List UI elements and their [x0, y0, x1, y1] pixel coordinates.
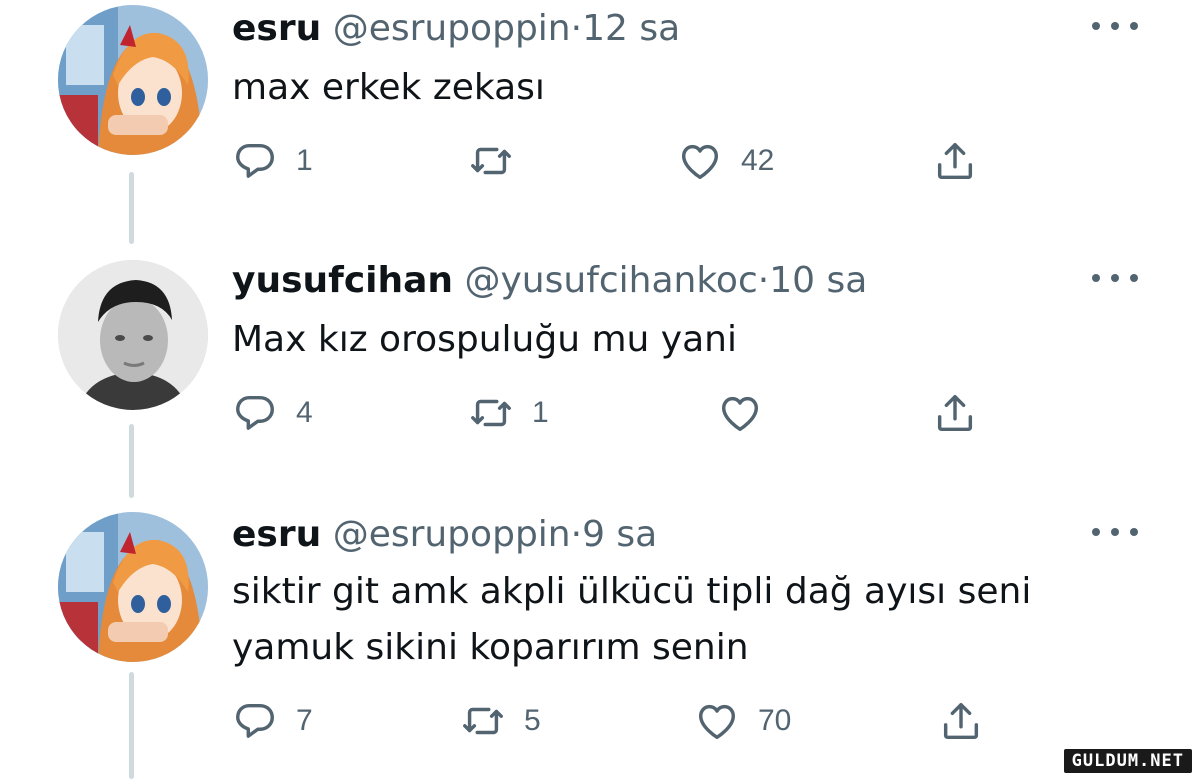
reply-count: 4: [296, 396, 313, 429]
share-icon: [937, 394, 973, 432]
more-icon[interactable]: [1092, 524, 1138, 540]
site-watermark: GULDUM.NET: [1063, 749, 1192, 773]
reply-count: 7: [296, 704, 313, 737]
reply-icon: [236, 395, 274, 430]
action-bar: 4 1: [232, 388, 1052, 438]
user-handle[interactable]: @esrupoppin: [333, 514, 571, 555]
reply-button[interactable]: 4: [232, 388, 313, 438]
separator-dot: ·: [570, 514, 583, 555]
tweet-header: esru @esrupoppin·9 sa: [232, 508, 657, 562]
retweet-count: 5: [524, 704, 541, 737]
tweet[interactable]: yusufcihan @yusufcihankoc·10 sa Max kız …: [0, 252, 1200, 492]
share-icon: [937, 142, 973, 180]
retweet-icon: [471, 399, 511, 427]
avatar[interactable]: [58, 260, 208, 410]
timestamp[interactable]: 12 sa: [582, 8, 680, 49]
reply-icon: [236, 143, 274, 178]
display-name[interactable]: esru: [232, 8, 321, 49]
more-icon[interactable]: [1092, 270, 1138, 286]
timestamp[interactable]: 9 sa: [582, 514, 657, 555]
anime-girl-avatar-image: [58, 5, 208, 155]
young-man-avatar-image: [58, 260, 208, 410]
share-icon: [943, 702, 979, 740]
display-name[interactable]: esru: [232, 514, 321, 555]
separator-dot: ·: [570, 8, 583, 49]
tweet-text: Max kız orospuluğu mu yani: [232, 319, 737, 360]
like-button[interactable]: 70: [694, 696, 791, 746]
like-button[interactable]: [717, 388, 781, 438]
reply-button[interactable]: 1: [232, 136, 313, 186]
anime-girl-avatar-image: [58, 512, 208, 662]
like-icon: [681, 144, 719, 180]
display-name[interactable]: yusufcihan: [232, 260, 453, 301]
reply-count: 1: [296, 144, 313, 177]
tweet[interactable]: esru @esrupoppin·12 sa max erkek zekası …: [0, 0, 1200, 240]
retweet-icon: [463, 707, 503, 735]
retweet-button[interactable]: 5: [460, 696, 541, 746]
share-button[interactable]: [938, 696, 984, 746]
tweet-header: esru @esrupoppin·12 sa: [232, 2, 680, 56]
separator-dot: ·: [757, 260, 770, 301]
share-button[interactable]: [932, 388, 978, 438]
reply-icon: [236, 703, 274, 738]
share-button[interactable]: [932, 136, 978, 186]
user-handle[interactable]: @yusufcihankoc: [465, 260, 758, 301]
retweet-button[interactable]: [468, 136, 532, 186]
avatar[interactable]: [58, 5, 208, 155]
like-count: 70: [758, 704, 792, 737]
user-handle[interactable]: @esrupoppin: [333, 8, 571, 49]
retweet-icon: [471, 147, 511, 175]
tweet-text: siktir git amk akpli ülkücü tipli dağ ay…: [232, 571, 1032, 668]
action-bar: 1 42: [232, 136, 1052, 186]
timestamp[interactable]: 10 sa: [769, 260, 867, 301]
retweet-button[interactable]: 1: [468, 388, 549, 438]
more-icon[interactable]: [1092, 18, 1138, 34]
like-count: 42: [741, 144, 775, 177]
tweet-header: yusufcihan @yusufcihankoc·10 sa: [232, 254, 867, 308]
retweet-count: 1: [532, 396, 549, 429]
action-bar: 7 5 70: [232, 696, 1052, 746]
avatar[interactable]: [58, 512, 208, 662]
tweet-text: max erkek zekası: [232, 67, 545, 108]
tweet[interactable]: esru @esrupoppin·9 sa siktir git amk akp…: [0, 506, 1200, 779]
like-icon: [698, 704, 736, 740]
like-icon: [721, 396, 759, 432]
reply-button[interactable]: 7: [232, 696, 313, 746]
like-button[interactable]: 42: [677, 136, 774, 186]
